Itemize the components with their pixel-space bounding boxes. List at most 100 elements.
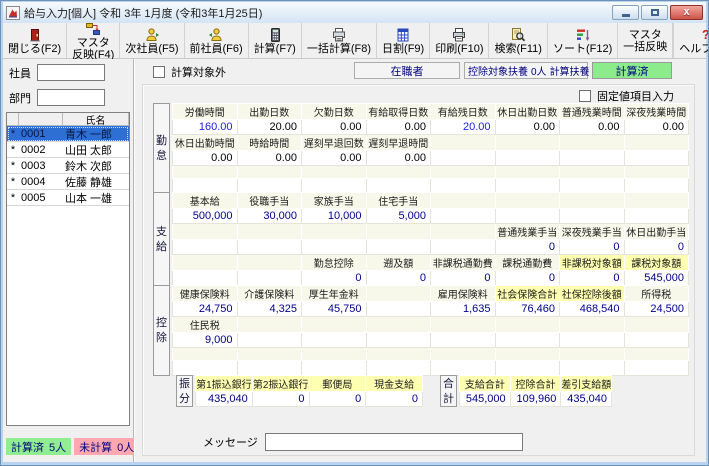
department-input[interactable] [37,89,105,106]
field-value[interactable] [366,361,431,376]
field-value[interactable] [302,361,367,376]
field-value[interactable]: 109,960 [510,392,561,407]
close-button[interactable]: x [670,5,703,20]
field-value[interactable]: 24,750 [173,302,238,317]
field-value[interactable]: 0 [495,240,560,255]
toolbar-button-print[interactable]: 印刷(F10) [430,23,489,58]
field-value[interactable] [366,302,431,317]
field-value[interactable]: 500,000 [173,209,238,224]
field-value[interactable] [302,333,367,348]
field-value[interactable] [237,271,302,286]
field-value[interactable]: 20.00 [431,120,496,135]
field-value[interactable]: 545,000 [460,392,511,407]
field-value[interactable]: 20.00 [237,120,302,135]
field-value[interactable] [237,240,302,255]
department-label: 部門 [9,90,31,106]
employee-row[interactable]: *0004佐藤 静雄 [7,174,129,190]
field-value[interactable] [173,240,238,255]
toolbar-button-next-employee[interactable]: 次社員(F5) [120,23,184,58]
field-value[interactable]: 160.00 [173,120,238,135]
field-value[interactable] [624,361,689,376]
field-value[interactable]: 0 [560,240,625,255]
field-value[interactable]: 10,000 [302,209,367,224]
toolbar-button-label: 日割(F9) [382,43,424,55]
exclude-checkbox[interactable] [153,66,165,78]
toolbar-button-batch-calculate[interactable]: 一括計算(F8) [302,23,377,58]
field-value[interactable]: 0.00 [495,120,560,135]
toolbar-button-help[interactable]: ?ヘルプ(F1) [673,23,709,58]
dependents-box: 控除対象扶養 0人 計算扶養 0人 [464,62,588,79]
field-value[interactable] [560,151,625,166]
employee-row[interactable]: *0001青木 一郎 [7,126,129,142]
field-value[interactable]: 0.00 [173,151,238,166]
field-value[interactable]: 0 [252,392,309,407]
field-value[interactable]: 24,500 [624,302,689,317]
toolbar-button-close[interactable]: 閉じる(F2) [3,23,67,58]
field-value[interactable] [560,333,625,348]
field-value[interactable] [431,333,496,348]
field-value[interactable] [495,361,560,376]
message-input[interactable] [265,433,523,451]
field-value[interactable] [173,361,238,376]
toolbar-button-master-reflect[interactable]: マスタ反映(F4) [67,23,120,58]
field-value[interactable]: 468,540 [560,302,625,317]
field-value[interactable] [495,209,560,224]
field-value[interactable]: 0.00 [560,120,625,135]
field-value[interactable] [431,151,496,166]
field-value[interactable]: 1,635 [431,302,496,317]
employee-row[interactable]: *0005山本 一雄 [7,190,129,206]
employee-row[interactable]: *0002山田 太郎 [7,142,129,158]
field-value[interactable]: 0.00 [624,120,689,135]
field-value[interactable] [624,333,689,348]
fixed-value-checkbox[interactable] [579,90,591,102]
maximize-button[interactable] [641,5,668,20]
field-value[interactable]: 0 [624,240,689,255]
toolbar-button-search[interactable]: 検索(F11) [489,23,547,58]
field-value[interactable] [366,240,431,255]
field-value[interactable] [366,333,431,348]
toolbar-button-daily-proration[interactable]: 日割(F9) [377,23,430,58]
field-value[interactable] [173,271,238,286]
field-value[interactable]: 0 [366,271,431,286]
field-value[interactable]: 76,460 [495,302,560,317]
field-value[interactable] [495,333,560,348]
field-value[interactable]: 0.00 [302,120,367,135]
field-value[interactable]: 4,325 [237,302,302,317]
minimize-button[interactable] [612,5,639,20]
employee-input[interactable] [37,64,105,81]
field-value[interactable]: 0 [302,271,367,286]
field-value[interactable] [624,209,689,224]
toolbar-button-master-batch-reflect[interactable]: マスタ一括反映 [618,23,673,58]
field-value[interactable]: 0.00 [237,151,302,166]
field-value[interactable]: 0 [366,392,423,407]
field-value[interactable] [431,361,496,376]
field-value[interactable]: 0.00 [366,151,431,166]
field-value[interactable]: 0 [431,271,496,286]
field-value[interactable]: 545,000 [624,271,689,286]
field-value[interactable] [624,151,689,166]
field-value[interactable] [560,361,625,376]
field-value[interactable] [237,333,302,348]
field-value[interactable]: 9,000 [173,333,238,348]
field-value[interactable]: 0.00 [302,151,367,166]
toolbar-button-sort[interactable]: ソート(F12) [548,23,618,58]
toolbar-button-calculate[interactable]: 計算(F7) [249,23,302,58]
field-value[interactable] [302,240,367,255]
field-value[interactable] [431,209,496,224]
employee-row[interactable]: *0003鈴木 次郎 [7,158,129,174]
field-value[interactable] [237,361,302,376]
field-value[interactable] [431,240,496,255]
toolbar-button-prev-employee[interactable]: 前社員(F6) [185,23,249,58]
field-value[interactable]: 0 [309,392,366,407]
field-value[interactable] [495,151,560,166]
field-value[interactable]: 435,040 [561,392,612,407]
field-value[interactable] [560,209,625,224]
field-value[interactable]: 0 [560,271,625,286]
field-value[interactable]: 0.00 [366,120,431,135]
koujo-head-row: 健康保険料介護保険料厚生年金料雇用保険料社会保険合計社保控除後額所得税 [173,286,689,302]
field-value[interactable]: 5,000 [366,209,431,224]
field-value[interactable]: 45,750 [302,302,367,317]
field-value[interactable]: 435,040 [196,392,253,407]
field-value[interactable]: 30,000 [237,209,302,224]
field-value[interactable]: 0 [495,271,560,286]
